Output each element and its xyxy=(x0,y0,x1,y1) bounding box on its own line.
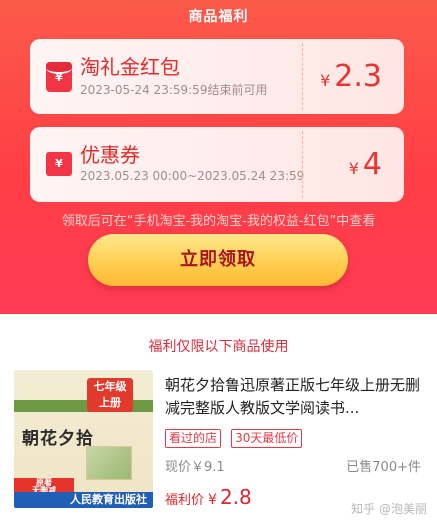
benefit-price-value: 2.8 xyxy=(219,485,252,509)
claim-now-button[interactable]: 立即领取 xyxy=(88,234,348,286)
coupon-card-discount[interactable]: ¥ 优惠券 2023.05.23 00:00~2023.05.24 23:59 … xyxy=(30,127,404,202)
divider xyxy=(302,131,303,198)
coupon-ticket-icon: ¥ xyxy=(46,152,72,176)
divider xyxy=(302,43,303,110)
page-title: 商品福利 xyxy=(188,9,249,25)
coupon-card-red-envelope[interactable]: ¥ 淘礼金红包 2023-05-24 23:59:59结束前可用 ¥2.3 xyxy=(30,39,404,114)
coupon-validity: 2023.05.23 00:00~2023.05.24 23:59 xyxy=(80,169,305,183)
amount-value: 2.3 xyxy=(334,59,382,94)
product-tags: 看过的店 30天最低价 xyxy=(165,427,307,448)
currency-symbol: ¥ xyxy=(348,159,359,178)
product-title[interactable]: 朝花夕拾鲁迅原著正版七年级上册无删减完整版人教版文学阅读书... xyxy=(165,374,427,420)
claim-hint: 领取后可在“手机淘宝-我的淘宝-我的权益-红包”中查看 xyxy=(61,214,376,229)
sold-count: 已售700+件 xyxy=(346,460,421,475)
publisher-band: 人民教育出版社 xyxy=(14,492,153,508)
grade-badge: 七年级 上册 xyxy=(87,378,133,412)
currency-symbol: ¥ xyxy=(208,492,217,508)
currency-symbol: ¥ xyxy=(320,71,331,90)
product-thumbnail[interactable]: 七年级 上册 朝花夕拾 原著 无删减 人民教育出版社 xyxy=(14,370,153,508)
cover-title: 朝花夕拾 xyxy=(22,429,94,449)
benefit-price-label: 福利价 xyxy=(165,493,205,508)
amount-value: 4 xyxy=(362,147,382,182)
coupon-amount: ¥2.3 xyxy=(320,59,382,94)
product-section: 福利仅限以下商品使用 七年级 上册 朝花夕拾 原著 无删减 人民教育出版社 朝花… xyxy=(0,314,437,526)
coupon-validity: 2023-05-24 23:59:59结束前可用 xyxy=(80,83,268,97)
red-envelope-icon: ¥ xyxy=(46,62,72,92)
coupon-amount: ¥4 xyxy=(349,147,382,182)
current-price: 现价￥9.1 xyxy=(165,460,225,475)
benefit-price: 福利价 ¥2.8 xyxy=(165,485,252,509)
cover-illustration xyxy=(86,446,132,480)
coupon-title: 淘礼金红包 xyxy=(80,55,180,79)
watermark: 知乎 @泡美丽 xyxy=(351,502,427,516)
scope-notice: 福利仅限以下商品使用 xyxy=(148,339,289,355)
coupon-title: 优惠券 xyxy=(80,143,140,167)
benefits-panel: 商品福利 ¥ 淘礼金红包 2023-05-24 23:59:59结束前可用 ¥2… xyxy=(0,0,437,314)
tag-30-day-low: 30天最低价 xyxy=(231,429,303,448)
tag-visited-store: 看过的店 xyxy=(165,429,222,448)
